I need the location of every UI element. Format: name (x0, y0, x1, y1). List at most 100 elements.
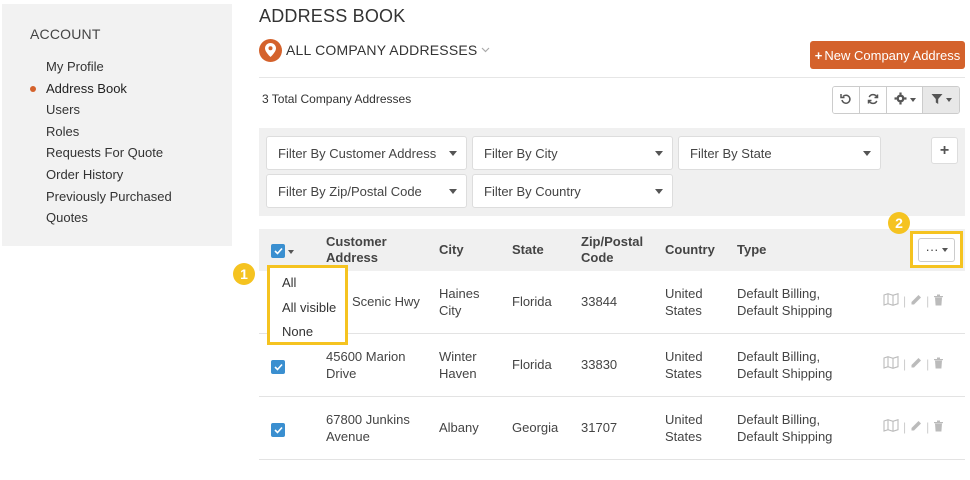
refresh-button[interactable] (860, 87, 887, 113)
column-header-address-line1: Customer (326, 234, 387, 249)
location-selector[interactable]: ALL COMPANY ADDRESSES (259, 38, 490, 62)
filter-city[interactable]: Filter By City (472, 136, 673, 170)
filter-dropdown-button[interactable] (923, 87, 959, 113)
undo-icon (840, 93, 852, 108)
caret-down-icon (863, 151, 871, 156)
cell-address: 45600 Marion Drive (326, 348, 406, 382)
cell-city-line2: Haven (439, 366, 477, 381)
select-menu-item-none[interactable]: None (282, 324, 313, 339)
gear-icon (894, 92, 907, 108)
separator: | (926, 357, 930, 371)
more-actions-highlight: ··· (910, 231, 963, 268)
filter-city-label: Filter By City (484, 145, 558, 161)
column-header-address-line2: Address (326, 250, 379, 265)
map-icon[interactable] (883, 355, 899, 372)
check-icon (273, 247, 283, 255)
sidebar-item-requests-for-quote[interactable]: Requests For Quote (46, 142, 172, 164)
sidebar-item-my-profile[interactable]: My Profile (46, 56, 172, 78)
pencil-icon[interactable] (910, 294, 922, 309)
sidebar-item-users[interactable]: Users (46, 99, 172, 121)
select-menu-item-all[interactable]: All (282, 275, 296, 290)
caret-down-icon (449, 151, 457, 156)
cell-state: Florida (512, 357, 552, 372)
cell-country-line1: United (665, 286, 703, 301)
refresh-icon (867, 93, 879, 108)
cell-type-line1: Default Billing, (737, 286, 821, 301)
new-company-address-button[interactable]: + New Company Address (810, 41, 965, 69)
cell-city-line2: City (439, 303, 462, 318)
cell-country-line2: States (665, 303, 702, 318)
cell-zip: 33830 (581, 357, 618, 372)
cell-country: United States (665, 348, 703, 382)
column-header-zip[interactable]: Zip/Postal Code (581, 234, 643, 266)
filter-country[interactable]: Filter By Country (472, 174, 673, 208)
filter-zip-code[interactable]: Filter By Zip/Postal Code (266, 174, 467, 208)
cell-address-line2: Avenue (326, 429, 370, 444)
caret-down-icon (945, 98, 952, 102)
cell-country: United States (665, 285, 703, 319)
more-actions-button[interactable]: ··· (918, 237, 955, 262)
map-icon[interactable] (883, 418, 899, 435)
select-menu-item-all-visible[interactable]: All visible (282, 300, 336, 315)
column-header-type[interactable]: Type (737, 242, 766, 258)
row-divider (259, 459, 965, 460)
row-actions: | | (883, 292, 944, 309)
pencil-icon[interactable] (910, 420, 922, 435)
filter-state-label: Filter By State (690, 145, 772, 161)
caret-down-icon (449, 189, 457, 194)
cell-address: Scenic Hwy (352, 294, 420, 309)
add-filter-button[interactable]: + (931, 137, 958, 164)
undo-button[interactable] (833, 87, 860, 113)
column-header-country[interactable]: Country (665, 242, 715, 258)
filter-customer-address-label: Filter By Customer Address (278, 145, 437, 161)
cell-zip: 33844 (581, 294, 618, 309)
separator: | (903, 357, 907, 371)
cell-city-line1: Winter (439, 349, 477, 364)
map-icon[interactable] (883, 292, 899, 309)
caret-down-icon (655, 189, 663, 194)
column-header-zip-line2: Code (581, 250, 614, 265)
trash-icon[interactable] (933, 357, 944, 372)
cell-city-line1: Haines (439, 286, 480, 301)
cell-country-line1: United (665, 349, 703, 364)
row-checkbox[interactable] (271, 423, 285, 437)
cell-country-line1: United (665, 412, 703, 427)
sidebar-item-roles[interactable]: Roles (46, 121, 172, 143)
cell-address-line1: 45600 Marion (326, 349, 406, 364)
cell-address-line1: 67800 Junkins (326, 412, 410, 427)
cell-zip: 31707 (581, 420, 618, 435)
trash-icon[interactable] (933, 294, 944, 309)
filter-customer-address[interactable]: Filter By Customer Address (266, 136, 467, 170)
separator: | (903, 420, 907, 434)
select-all-checkbox[interactable] (271, 244, 285, 258)
plus-icon: + (939, 141, 950, 159)
row-checkbox[interactable] (271, 360, 285, 374)
column-header-zip-line1: Zip/Postal (581, 234, 644, 249)
filter-state[interactable]: Filter By State (678, 136, 881, 170)
sidebar-item-previously-purchased[interactable]: Previously Purchased (46, 186, 172, 208)
sidebar-item-address-book[interactable]: Address Book (30, 78, 172, 100)
sidebar-item-quotes[interactable]: Quotes (46, 207, 172, 229)
trash-icon[interactable] (933, 420, 944, 435)
row-actions: | | (883, 355, 944, 372)
sidebar-title: ACCOUNT (30, 26, 101, 42)
column-header-city[interactable]: City (439, 242, 464, 258)
location-selector-label: ALL COMPANY ADDRESSES (286, 42, 478, 58)
cell-state: Florida (512, 294, 552, 309)
pencil-icon[interactable] (910, 357, 922, 372)
settings-dropdown-button[interactable] (887, 87, 923, 113)
filter-zip-code-label: Filter By Zip/Postal Code (278, 183, 422, 199)
column-header-state[interactable]: State (512, 242, 544, 258)
cell-state: Georgia (512, 420, 559, 435)
cell-country-line2: States (665, 429, 702, 444)
row-divider (259, 396, 965, 397)
chevron-down-icon (481, 45, 490, 56)
column-header-address[interactable]: Customer Address (326, 234, 387, 266)
sidebar-item-order-history[interactable]: Order History (46, 164, 172, 186)
caret-down-icon (655, 151, 663, 156)
cell-type: Default Billing, Default Shipping (737, 285, 832, 319)
sidebar-nav: My Profile Address Book Users Roles Requ… (30, 56, 172, 229)
cell-type-line2: Default Shipping (737, 303, 833, 318)
select-menu-caret-icon[interactable] (288, 250, 294, 254)
select-menu: All All visible None (267, 265, 348, 345)
